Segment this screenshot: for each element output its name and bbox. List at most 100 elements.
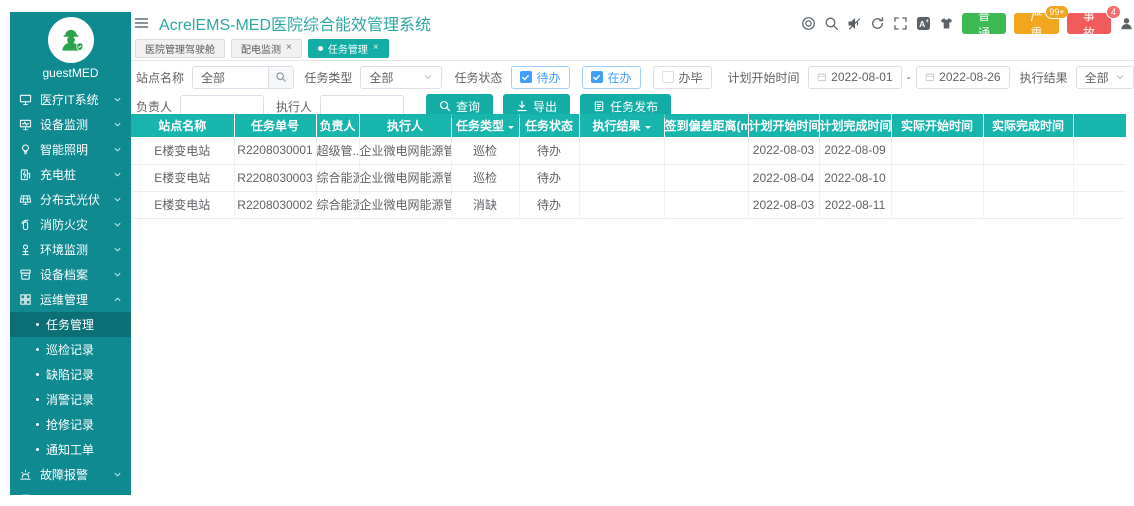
sidebar-item-label: 环境监测 [40,241,105,258]
column-header: 计划完成时间 [819,114,891,137]
table-cell: E楼变电站 [131,137,234,164]
bullet-icon [36,373,39,376]
site-search-icon[interactable] [268,67,293,88]
status-inprogress-checkbox[interactable]: 在办 [582,66,641,89]
table-cell: R2208030002 [234,191,316,218]
sort-caret-icon [645,126,651,132]
table-cell: 2022-08-03 [748,191,819,218]
table-cell [579,137,664,164]
plan-start-label: 计划开始时间 [728,69,800,86]
table-cell-filler [1073,137,1126,164]
table-cell: 消缺 [451,191,519,218]
sidebar-subitem-repair-records[interactable]: 抢修记录 [10,412,131,437]
sidebar-item-smart-lighting[interactable]: 智能照明 [10,137,131,162]
table-cell-filler [1073,191,1126,218]
refresh-icon[interactable] [870,16,885,31]
plan-start-date-input[interactable]: 2022-08-01 [808,66,902,89]
tab-label: 配电监测 [241,41,281,56]
user-icon[interactable] [1119,16,1134,31]
checkbox-unchecked-icon [662,71,674,83]
sidebar-item-environment-monitor[interactable]: 环境监测 [10,237,131,262]
ops-management-icon [19,293,32,306]
sidebar-subitem-work-orders[interactable]: 通知工单 [10,437,131,462]
owner-label: 负责人 [136,98,172,115]
fault-alarm-icon [19,468,32,481]
active-tab-dot-icon [318,46,323,51]
theme-icon[interactable] [939,16,954,31]
sidebar-subitem-label: 抢修记录 [46,416,94,433]
clipboard-icon [593,100,605,112]
column-header[interactable]: 执行结果 [579,114,664,137]
sidebar-subitem-defect-records[interactable]: 缺陷记录 [10,362,131,387]
svg-text:A: A [919,19,925,29]
search-icon[interactable] [824,16,839,31]
sidebar-item-solar-pv[interactable]: 分布式光伏 [10,187,131,212]
tab-power-monitoring[interactable]: 配电监测 × [231,39,302,58]
task-type-select[interactable]: 全部 [360,66,442,89]
alarm-level-accident-button[interactable]: 事故 4 [1067,13,1111,34]
alarm-level-severe-button[interactable]: 严重 99+ [1014,13,1058,34]
tab-task-management[interactable]: 任务管理 × [308,39,389,58]
table-cell-filler [1073,164,1126,191]
task-table: 站点名称任务单号负责人执行人任务类型任务状态执行结果签到偏差距离(m)计划开始时… [131,114,1126,219]
table-cell [983,164,1073,191]
accident-count-badge: 4 [1106,5,1121,19]
fullscreen-icon[interactable] [893,16,908,31]
close-icon[interactable]: × [373,43,379,53]
sidebar: guestMED 医疗IT系统 设备监测 智能照明 充电桩 分布式光伏 [10,12,131,495]
svg-text:+: + [925,19,929,25]
sidebar-subitem-inspection-records[interactable]: 巡检记录 [10,337,131,362]
column-header: 实际开始时间 [891,114,983,137]
table-cell: 综合能源 [316,164,359,191]
sidebar-item-label: 运维管理 [40,291,105,308]
table-cell: 待办 [519,137,579,164]
tab-hospital-cockpit[interactable]: 医院管理驾驶舱 [135,39,225,58]
table-cell: 2022-08-10 [819,164,891,191]
mute-icon[interactable] [847,16,862,31]
status-pending-checkbox[interactable]: 待办 [511,66,570,89]
alarm-level-normal-button[interactable]: 普通 [962,13,1006,34]
font-size-icon[interactable]: A+ [916,16,931,31]
close-icon[interactable]: × [286,43,292,53]
sidebar-item-fault-alarm[interactable]: 故障报警 [10,462,131,487]
hamburger-menu-icon[interactable] [135,18,148,28]
sidebar-item-fire-safety[interactable]: 消防火灾 [10,212,131,237]
sidebar-item-medical-it[interactable]: 医疗IT系统 [10,87,131,112]
column-header[interactable]: 任务类型 [451,114,519,137]
table-cell [664,191,748,218]
solar-pv-icon [19,193,32,206]
site-name-input[interactable]: 全部 [192,66,294,89]
column-header: 任务单号 [234,114,316,137]
sidebar-item-device-archive[interactable]: 设备档案 [10,262,131,287]
search-button-label: 查询 [456,98,480,115]
sidebar-subitem-alarm-clear-records[interactable]: 消警记录 [10,387,131,412]
exec-result-select[interactable]: 全部 [1076,66,1134,89]
sidebar-item-ev-charger[interactable]: 充电桩 [10,162,131,187]
table-row: E楼变电站R2208030002综合能源企业微电网能源管...消缺待办2022-… [131,191,1126,218]
device-archive-icon [19,268,32,281]
sidebar-subitem-label: 任务管理 [46,316,94,333]
status-done-checkbox[interactable]: 办毕 [653,66,712,89]
worker-avatar-icon [55,24,87,56]
executor-label: 执行人 [276,98,312,115]
sidebar-item-ops-management[interactable]: 运维管理 [10,287,131,312]
sidebar-item-label: 充电桩 [40,166,105,183]
chevron-down-icon [113,470,122,479]
column-header: 计划开始时间 [748,114,819,137]
table-cell: 巡检 [451,164,519,191]
chevron-up-icon [113,295,122,304]
sidebar-item-device-monitor[interactable]: 设备监测 [10,112,131,137]
exec-result-label: 执行结果 [1020,69,1068,86]
sidebar-subitem-task-management[interactable]: 任务管理 [10,312,131,337]
target-icon[interactable] [801,16,816,31]
plan-end-date-input[interactable]: 2022-08-26 [916,66,1010,89]
chevron-down-icon [113,120,122,129]
calendar-icon [817,71,827,83]
table-cell: E楼变电站 [131,164,234,191]
sidebar-subitem-label: 通知工单 [46,441,94,458]
checkbox-checked-icon [591,71,603,83]
table-cell [891,191,983,218]
task-type-value: 全部 [369,69,393,86]
site-name-label: 站点名称 [136,69,184,86]
sidebar-item-partial[interactable] [10,487,131,495]
